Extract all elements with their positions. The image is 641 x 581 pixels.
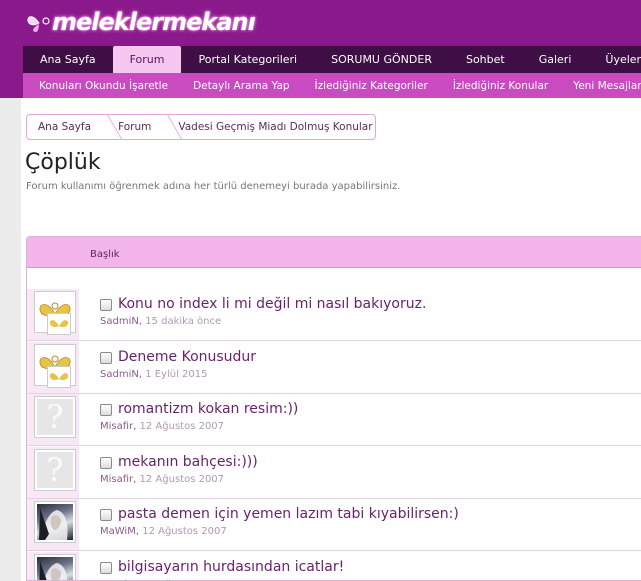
thread-row[interactable]: bilgisayarın hurdasından icatlar!MaWiM, …	[27, 552, 641, 580]
thread-list: Başlık Konu no index li mi değil mi nası…	[26, 236, 641, 581]
list-header: Başlık	[27, 237, 641, 268]
thread-meta: SadmiN, 1 Eylül 2015	[100, 369, 208, 380]
thread-select-checkbox[interactable]	[100, 509, 112, 521]
author-avatar[interactable]	[34, 554, 76, 580]
breadcrumb-item[interactable]: Forum	[107, 115, 167, 139]
default-avatar-icon: ?	[37, 452, 73, 488]
thread-select-checkbox[interactable]	[100, 404, 112, 416]
thread-title[interactable]: mekanın bahçesi:)))	[118, 454, 258, 470]
nav-item-forum[interactable]: Forum	[112, 46, 182, 73]
breadcrumb-item[interactable]: Vadesi Geçmiş Miadı Dolmuş Konular	[167, 115, 375, 139]
last-poster-avatar[interactable]	[47, 313, 71, 335]
portrait-icon	[39, 508, 68, 540]
author-avatar[interactable]: ?	[34, 449, 76, 491]
thread-row[interactable]: ? romantizm kokan resim:)) Misafir, 12 Ağu…	[27, 394, 641, 446]
nav-item-galeri[interactable]: Galeri	[522, 46, 589, 73]
subnav-item-konular-okundu-i-s-aretle[interactable]: Konuları Okundu İşaretle	[23, 80, 177, 92]
wings-logo-icon	[49, 373, 69, 381]
sub-nav: Konuları Okundu İşaretle Detaylı Arama Ya…	[23, 73, 641, 98]
portrait-icon	[39, 561, 68, 580]
thread-date[interactable]: 15 dakika önce	[145, 316, 221, 327]
thread-title[interactable]: Deneme Konusudur	[118, 349, 256, 365]
thread-title[interactable]: pasta demen için yemen lazım tabi kıyabi…	[118, 506, 459, 522]
thread-author[interactable]: Misafir	[100, 474, 133, 485]
thread-title[interactable]: bilgisayarın hurdasından icatlar!	[118, 559, 344, 575]
nav-item-ana-sayfa[interactable]: Ana Sayfa	[23, 46, 113, 73]
thread-author[interactable]: MaWiM	[100, 526, 136, 537]
main-nav: Ana Sayfa Forum Portal Kategorileri SORUMU …	[23, 46, 641, 73]
thread-meta: Misafir, 12 Ağustos 2007	[100, 474, 225, 485]
thread-title[interactable]: romantizm kokan resim:))	[118, 401, 298, 417]
thread-title[interactable]: Konu no index li mi değil mi nasıl bakıy…	[118, 296, 426, 312]
logo-text: meleklermekanı	[52, 8, 256, 36]
column-header-title[interactable]: Başlık	[90, 249, 120, 260]
thread-date[interactable]: 1 Eylül 2015	[145, 369, 207, 380]
page-title: Çöplük	[25, 150, 101, 175]
thread-author[interactable]: Misafir	[100, 421, 133, 432]
user-photo-avatar	[37, 557, 73, 580]
thread-meta: SadmiN, 15 dakika önce	[100, 316, 222, 327]
thread-select-checkbox[interactable]	[100, 299, 112, 311]
breadcrumb: Ana Sayfa Forum Vadesi Geçmiş Miadı Dolmuş…	[26, 114, 376, 140]
author-avatar[interactable]: ?	[34, 396, 76, 438]
subnav-item-i-zledig-iniz-konular[interactable]: İzlediğiniz Konular	[437, 80, 557, 92]
subnav-item-detayl-arama-yap[interactable]: Detaylı Arama Yap	[177, 80, 298, 92]
author-avatar[interactable]	[34, 501, 76, 543]
site-logo[interactable]: meleklermekanı	[26, 4, 256, 40]
breadcrumb-item[interactable]: Ana Sayfa	[27, 115, 107, 139]
nav-item-sorumu-go-nder[interactable]: SORUMU GÖNDER	[314, 46, 449, 73]
thread-select-checkbox[interactable]	[100, 457, 112, 469]
thread-select-checkbox[interactable]	[100, 352, 112, 364]
thread-date[interactable]: 12 Ağustos 2007	[140, 474, 225, 485]
thread-row[interactable]: Deneme Konusudur SadmiN, 1 Eylül 2015	[27, 342, 641, 394]
wings-logo-icon	[49, 320, 69, 328]
thread-row[interactable]: ? mekanın bahçesi:))) Misafir, 12 Ağustos …	[27, 447, 641, 499]
thread-date[interactable]: 12 Ağustos 2007	[142, 526, 227, 537]
user-photo-avatar	[37, 504, 73, 540]
thread-meta: MaWiM, 12 Ağustos 2007	[100, 526, 227, 537]
thread-date[interactable]: 12 Ağustos 2007	[140, 421, 225, 432]
thread-author[interactable]: SadmiN	[100, 316, 139, 327]
default-avatar-icon: ?	[37, 399, 73, 435]
nav-item-u-yeler[interactable]: Üyeler	[588, 46, 641, 73]
wings-icon	[27, 16, 50, 33]
subnav-item-i-zledig-iniz-kategoriler[interactable]: İzlediğiniz Kategoriler	[299, 80, 437, 92]
thread-row[interactable]: Konu no index li mi değil mi nasıl bakıy…	[27, 289, 641, 341]
last-poster-avatar[interactable]	[47, 366, 71, 388]
thread-meta: Misafir, 12 Ağustos 2007	[100, 421, 225, 432]
subnav-item-yeni-mesajlar[interactable]: Yeni Mesajlar	[557, 80, 641, 92]
thread-row[interactable]: pasta demen için yemen lazım tabi kıyabi…	[27, 499, 641, 551]
thread-author[interactable]: SadmiN	[100, 369, 139, 380]
thread-select-checkbox[interactable]	[100, 562, 112, 574]
page-description: Forum kullanımı öğrenmek adına her türlü…	[26, 181, 401, 192]
left-margin	[0, 98, 21, 581]
nav-item-sohbet[interactable]: Sohbet	[449, 46, 522, 73]
nav-item-portal-kategorileri[interactable]: Portal Kategorileri	[181, 46, 314, 73]
